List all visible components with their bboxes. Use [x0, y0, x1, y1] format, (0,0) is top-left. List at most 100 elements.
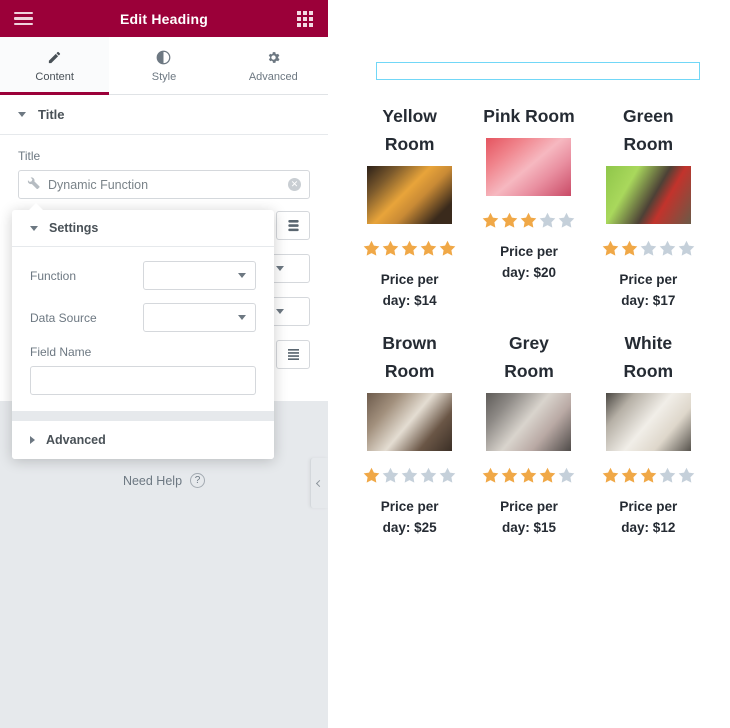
room-name: Green Room — [623, 106, 674, 154]
chevron-right-icon — [30, 436, 35, 444]
field-name-input[interactable] — [30, 366, 256, 395]
star-empty-icon — [678, 468, 695, 483]
room-price: Price per day: $12 — [619, 499, 678, 535]
star-empty-icon — [659, 241, 676, 256]
room-rating — [362, 238, 457, 259]
popup-advanced-header[interactable]: Advanced — [12, 420, 274, 459]
room-rating — [601, 465, 696, 486]
room-card[interactable]: White Room Price per day: $12 — [589, 329, 708, 538]
editor-panel: Edit Heading Content Style Advanced Titl… — [0, 0, 328, 728]
room-rating — [362, 465, 457, 486]
gear-icon — [266, 48, 281, 66]
size-stack-icon[interactable] — [276, 211, 310, 240]
field-row-data-source: Data Source — [30, 303, 256, 332]
title-input-value: Dynamic Function — [48, 177, 149, 192]
star-filled-icon — [439, 241, 456, 256]
section-title-label: Title — [38, 107, 65, 122]
star-filled-icon — [521, 213, 537, 228]
question-mark-icon[interactable]: ? — [190, 473, 206, 488]
star-filled-icon — [621, 241, 638, 256]
panel-title: Edit Heading — [120, 10, 208, 27]
tab-content[interactable]: Content — [0, 37, 110, 95]
star-filled-icon — [382, 241, 399, 256]
widgets-grid-icon[interactable] — [292, 8, 318, 30]
star-empty-icon — [678, 241, 695, 256]
heading-widget-selected[interactable] — [376, 62, 700, 80]
chevron-down-icon — [238, 315, 246, 320]
room-price: Price per day: $25 — [380, 499, 439, 535]
chevron-down-icon — [30, 225, 38, 231]
star-filled-icon — [602, 241, 619, 256]
panel-header: Edit Heading — [0, 0, 328, 37]
popup-settings-header[interactable]: Settings — [12, 210, 274, 247]
popup-settings-label: Settings — [49, 221, 99, 235]
room-card[interactable]: Brown Room Price per day: $25 — [350, 329, 469, 538]
room-price: Price per day: $15 — [500, 499, 558, 535]
star-filled-icon — [640, 468, 657, 483]
clear-circle-x-icon[interactable]: ✕ — [288, 178, 301, 191]
need-help[interactable]: Need Help ? — [0, 473, 328, 488]
green-room-photo — [605, 166, 691, 224]
tab-style-label: Style — [151, 71, 177, 83]
star-filled-icon — [602, 468, 619, 483]
star-filled-icon — [502, 468, 518, 483]
yellow-room-photo — [367, 166, 453, 224]
section-title-header[interactable]: Title — [0, 95, 328, 135]
star-filled-icon — [401, 241, 418, 256]
room-name: Grey Room — [504, 333, 554, 381]
panel-tabs: Content Style Advanced — [0, 37, 328, 95]
room-rating — [481, 210, 576, 231]
room-name: Brown Room — [382, 333, 437, 381]
dynamic-settings-popup: Settings Function Data Source Field Name — [12, 203, 274, 459]
rooms-grid: Yellow Room Price per day: $14 Pink Room Pr… — [328, 102, 730, 538]
room-card[interactable]: Yellow Room Price per day: $14 — [350, 102, 469, 311]
function-select[interactable] — [143, 261, 256, 290]
room-card[interactable]: Pink Room Price per day: $20 — [469, 102, 588, 311]
room-name: Pink Room — [483, 106, 575, 126]
editor-root: Edit Heading Content Style Advanced Titl… — [0, 0, 730, 728]
room-rating — [481, 465, 576, 486]
data-source-label: Data Source — [30, 310, 97, 325]
room-price: Price per day: $17 — [619, 272, 678, 308]
hamburger-menu-icon[interactable] — [10, 8, 36, 30]
title-field-label: Title — [18, 149, 41, 163]
wrench-icon[interactable] — [27, 176, 40, 194]
room-price: Price per day: $20 — [500, 244, 558, 280]
room-price: Price per day: $14 — [380, 272, 439, 308]
room-card[interactable]: Green Room Price per day: $17 — [589, 102, 708, 311]
tab-advanced[interactable]: Advanced — [218, 37, 328, 94]
preview-canvas: Yellow Room Price per day: $14 Pink Room Pr… — [328, 0, 730, 728]
chevron-down-icon — [276, 266, 284, 271]
tab-style[interactable]: Style — [109, 37, 219, 94]
white-room-photo — [605, 393, 691, 451]
star-filled-icon — [363, 241, 380, 256]
star-empty-icon — [439, 468, 456, 483]
star-filled-icon — [521, 468, 537, 483]
chevron-left-icon — [315, 479, 324, 487]
star-filled-icon — [502, 213, 518, 228]
star-filled-icon — [483, 468, 499, 483]
panel-collapse-button[interactable] — [310, 458, 328, 508]
need-help-label: Need Help — [122, 473, 183, 488]
brown-room-photo — [367, 393, 453, 451]
star-filled-icon — [483, 213, 499, 228]
star-filled-icon — [621, 468, 638, 483]
popup-divider — [12, 411, 274, 420]
align-icon[interactable] — [276, 340, 310, 369]
star-empty-icon — [659, 468, 676, 483]
function-label: Function — [30, 268, 77, 283]
star-empty-icon — [540, 213, 556, 228]
room-card[interactable]: Grey Room Price per day: $15 — [469, 329, 588, 538]
star-empty-icon — [640, 241, 657, 256]
room-name: Yellow Room — [382, 106, 437, 154]
star-empty-icon — [420, 468, 437, 483]
title-input[interactable]: Dynamic Function ✕ — [18, 170, 310, 199]
data-source-select[interactable] — [143, 303, 256, 332]
tab-content-label: Content — [35, 71, 74, 83]
field-name-label: Field Name — [30, 345, 92, 359]
star-filled-icon — [420, 241, 437, 256]
room-rating — [601, 238, 696, 259]
grey-room-photo — [486, 393, 572, 451]
star-empty-icon — [559, 213, 575, 228]
popup-body: Function Data Source Field Name — [12, 247, 274, 411]
